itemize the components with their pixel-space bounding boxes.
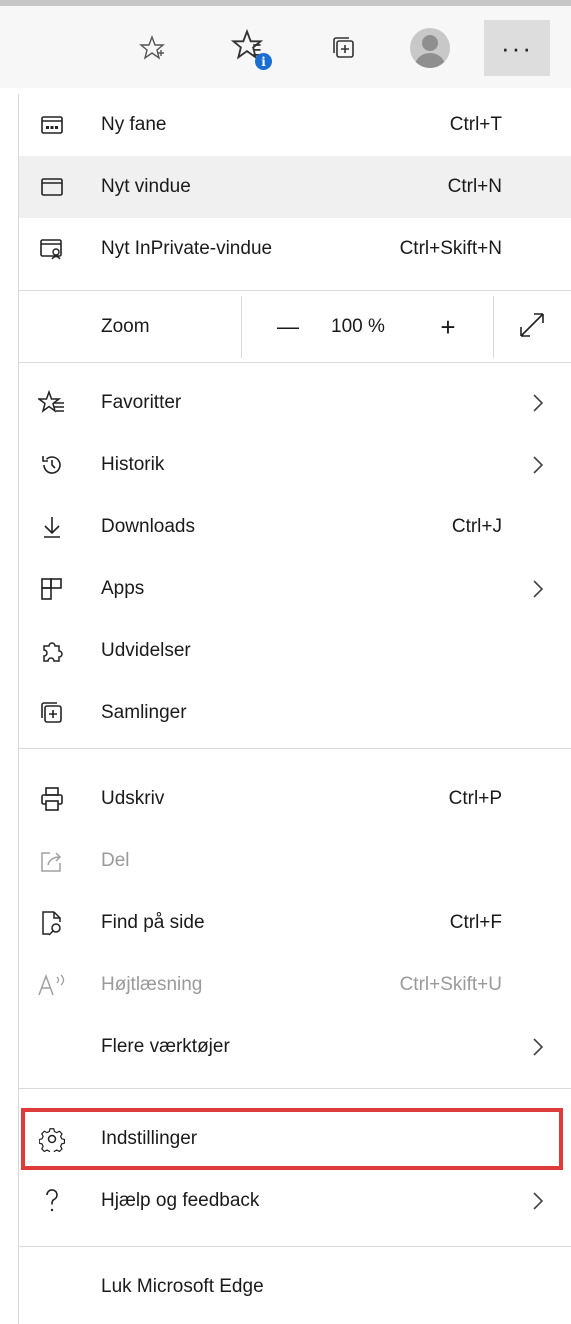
menu-item-read-aloud[interactable]: Højtlæsning Ctrl+Skift+U — [19, 954, 571, 1016]
menu-item-zoom: Zoom — 100 % + — [19, 296, 571, 358]
zoom-in-button[interactable]: + — [423, 312, 473, 343]
new-tab-shortcut: Ctrl+T — [449, 114, 502, 135]
history-label: Historik — [101, 454, 165, 475]
new-tab-label: Ny fane — [101, 114, 167, 135]
extensions-label: Udvidelser — [101, 640, 191, 661]
star-outline-icon — [139, 35, 165, 61]
zoom-divider — [241, 296, 242, 358]
help-label: Hjælp og feedback — [101, 1190, 260, 1211]
info-badge: i — [255, 53, 272, 70]
new-window-icon — [37, 172, 67, 202]
read-aloud-icon — [37, 970, 67, 1000]
download-icon — [37, 512, 67, 542]
close-edge-label: Luk Microsoft Edge — [101, 1276, 264, 1297]
menu-item-new-tab[interactable]: Ny fane Ctrl+T — [19, 94, 571, 156]
zoom-out-button[interactable]: — — [263, 314, 313, 340]
menu-separator — [19, 362, 571, 363]
fullscreen-button[interactable] — [517, 310, 551, 344]
chevron-right-icon — [526, 391, 550, 415]
find-label: Find på side — [101, 912, 205, 933]
favorites-info-icon: i — [227, 25, 273, 71]
printer-icon — [37, 784, 67, 814]
browser-toolbar: i ··· — [0, 0, 571, 88]
new-tab-icon — [37, 110, 67, 140]
apps-label: Apps — [101, 578, 145, 599]
print-shortcut: Ctrl+P — [448, 788, 502, 809]
menu-item-new-inprivate-window[interactable]: Nyt InPrivate-vindue Ctrl+Skift+N — [19, 218, 571, 280]
new-inprivate-shortcut: Ctrl+Skift+N — [399, 238, 502, 259]
favorites-button[interactable]: i — [222, 20, 278, 76]
new-window-shortcut: Ctrl+N — [447, 176, 502, 197]
puzzle-piece-icon — [37, 636, 67, 666]
menu-item-share[interactable]: Del — [19, 830, 571, 892]
read-aloud-shortcut: Ctrl+Skift+U — [399, 974, 502, 995]
menu-item-help-feedback[interactable]: Hjælp og feedback — [19, 1170, 571, 1232]
read-aloud-label: Højtlæsning — [101, 974, 203, 995]
menu-item-more-tools[interactable]: Flere værktøjer — [19, 1016, 571, 1078]
menu-item-collections[interactable]: Samlinger — [19, 682, 571, 744]
chevron-right-icon — [526, 453, 550, 477]
menu-item-close-edge[interactable]: Luk Microsoft Edge — [19, 1256, 571, 1318]
apps-icon — [37, 574, 67, 604]
settings-and-more-button[interactable]: ··· — [484, 20, 550, 76]
menu-item-favorites[interactable]: Favoritter — [19, 372, 571, 434]
add-favorite-button[interactable] — [124, 20, 180, 76]
profile-button[interactable] — [402, 20, 458, 76]
profile-avatar — [410, 28, 450, 68]
chevron-right-icon — [526, 1189, 550, 1213]
chevron-right-icon — [526, 1035, 550, 1059]
menu-item-extensions[interactable]: Udvidelser — [19, 620, 571, 682]
menu-separator — [19, 1246, 571, 1247]
favorites-icon — [37, 388, 67, 418]
find-on-page-icon — [37, 908, 67, 938]
favorites-label: Favoritter — [101, 392, 182, 413]
collections-label: Samlinger — [101, 702, 187, 723]
menu-item-new-window[interactable]: Nyt vindue Ctrl+N — [19, 156, 571, 218]
fullscreen-icon — [517, 310, 551, 340]
more-icon: ··· — [501, 32, 533, 63]
collections-icon — [331, 35, 357, 61]
print-label: Udskriv — [101, 788, 165, 809]
settings-and-more-menu: Ny fane Ctrl+T Nyt vindue Ctrl+N Nyt InP… — [18, 94, 571, 1324]
menu-separator — [19, 748, 571, 749]
menu-item-apps[interactable]: Apps — [19, 558, 571, 620]
zoom-divider — [493, 296, 494, 358]
history-icon — [37, 450, 67, 480]
menu-item-print[interactable]: Udskriv Ctrl+P — [19, 768, 571, 830]
new-window-label: Nyt vindue — [101, 176, 191, 197]
find-shortcut: Ctrl+F — [449, 912, 502, 933]
new-inprivate-label: Nyt InPrivate-vindue — [101, 238, 273, 259]
downloads-shortcut: Ctrl+J — [451, 516, 502, 537]
share-icon — [37, 846, 67, 876]
menu-item-find-on-page[interactable]: Find på side Ctrl+F — [19, 892, 571, 954]
share-label: Del — [101, 850, 130, 871]
downloads-label: Downloads — [101, 516, 195, 537]
question-mark-icon — [37, 1186, 67, 1216]
collections-icon — [37, 698, 67, 728]
inprivate-window-icon — [37, 234, 67, 264]
menu-item-downloads[interactable]: Downloads Ctrl+J — [19, 496, 571, 558]
menu-separator — [19, 290, 571, 291]
settings-highlight-box — [21, 1108, 563, 1170]
menu-separator — [19, 1088, 571, 1089]
menu-item-history[interactable]: Historik — [19, 434, 571, 496]
zoom-label: Zoom — [101, 316, 150, 337]
collections-button[interactable] — [316, 20, 372, 76]
zoom-value: 100 % — [331, 316, 385, 337]
more-tools-label: Flere værktøjer — [101, 1036, 230, 1057]
chevron-right-icon — [526, 577, 550, 601]
